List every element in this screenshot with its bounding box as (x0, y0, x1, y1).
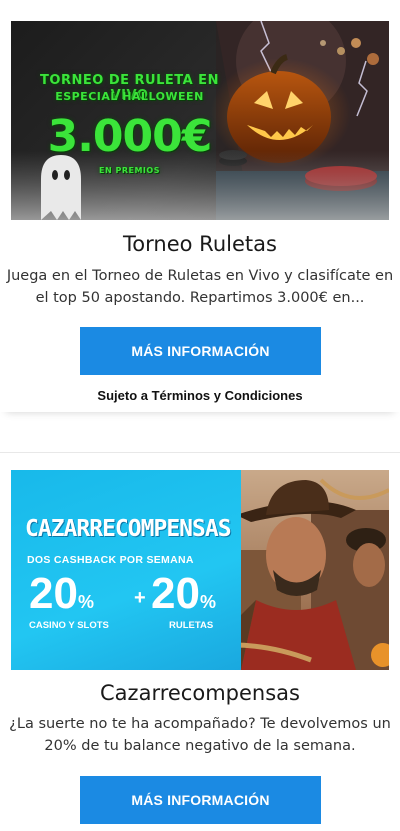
promo-title: Torneo Ruletas (123, 232, 277, 256)
cashback-subtitle: DOS CASHBACK POR SEMANA (27, 554, 194, 566)
banner-tournament-subtitle: ESPECIAL HALLOWEEN (55, 90, 204, 103)
cashback-percent-ruletas: 20% (151, 569, 216, 618)
cashback-title: CAZARRECOMPENSAS (25, 516, 232, 542)
promo-title: Cazarrecompensas (100, 681, 300, 705)
more-info-button[interactable]: MÁS INFORMACIÓN (80, 327, 321, 375)
promo-banner-cashback[interactable]: CAZARRECOMPENSAS DOS CASHBACK POR SEMANA… (11, 470, 389, 670)
cashback-label-casino: CASINO Y SLOTS (29, 620, 109, 631)
promo-banner-halloween[interactable]: TORNEO DE RULETA EN VIVO ESPECIAL HALLOW… (11, 21, 389, 220)
promo-description: ¿La suerte no te ha acompañado? Te devol… (9, 716, 391, 754)
promo-description: Juega en el Torneo de Ruletas en Vivo y … (6, 268, 394, 306)
terms-link[interactable]: Sujeto a Términos y Condiciones (0, 388, 400, 403)
more-info-button[interactable]: MÁS INFORMACIÓN (80, 776, 321, 824)
plus-symbol: + (134, 587, 146, 609)
banner-prize-amount: 3.000€ (47, 111, 213, 162)
cashback-percent-casino: 20% (29, 569, 94, 618)
promo-card-torneo: TORNEO DE RULETA EN VIVO ESPECIAL HALLOW… (0, 0, 400, 412)
banner-prize-label: EN PREMIOS (99, 166, 160, 175)
cashback-label-ruletas: RULETAS (169, 620, 214, 631)
